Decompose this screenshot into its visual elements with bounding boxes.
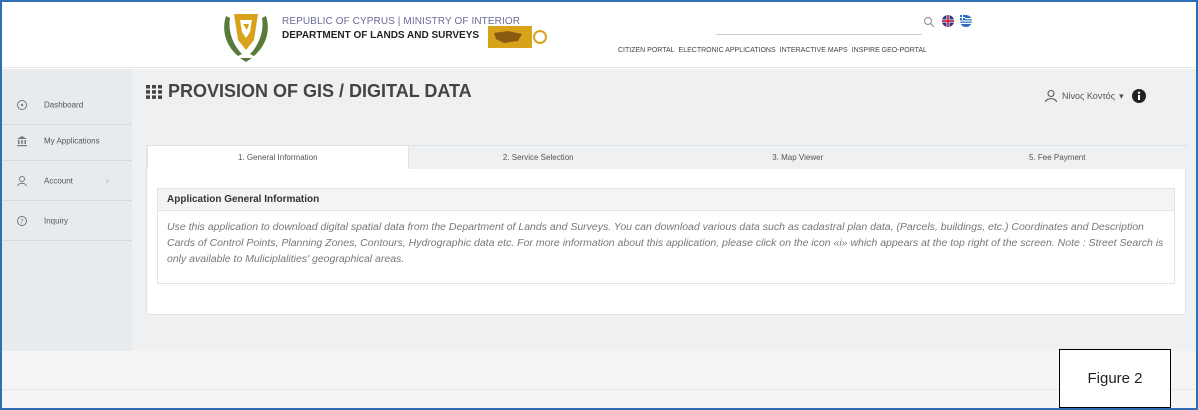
search-icon[interactable] <box>923 16 935 28</box>
card-heading: Application General Information <box>158 189 1174 211</box>
department-name: DEPARTMENT OF LANDS AND SURVEYS <box>282 30 480 41</box>
sidebar: Dashboard My Applications Account › ? In… <box>2 69 132 351</box>
question-icon: ? <box>17 215 27 226</box>
figure-label: Figure 2 <box>1059 349 1171 408</box>
sidebar-item-account[interactable]: Account › <box>2 161 132 201</box>
dashboard-icon <box>17 99 27 110</box>
user-name[interactable]: Νίνος Κοντός <box>1062 91 1115 101</box>
greek-language-flag-icon[interactable] <box>960 15 972 27</box>
page-footer <box>2 351 1196 408</box>
info-icon[interactable] <box>1131 89 1146 103</box>
bank-icon <box>17 135 27 146</box>
nav-interactive-maps[interactable]: INTERACTIVE MAPS <box>780 47 848 54</box>
page-title-bar: PROVISION OF GIS / DIGITAL DATA <box>146 81 472 102</box>
divider <box>2 389 1196 390</box>
nav-inspire-geo-portal[interactable]: INSPIRE GEO-PORTAL <box>852 47 927 54</box>
nav-citizen-portal[interactable]: CITIZEN PORTAL <box>618 47 675 54</box>
svg-text:?: ? <box>20 218 23 225</box>
grid-icon <box>146 84 162 99</box>
tab-general-information[interactable]: 1. General Information <box>147 145 409 169</box>
chevron-right-icon: › <box>106 176 109 185</box>
cyprus-coat-of-arms-logo <box>224 14 268 62</box>
sidebar-item-label: Inquiry <box>44 216 69 225</box>
top-navigation: CITIZEN PORTAL ELECTRONIC APPLICATIONS I… <box>618 47 927 54</box>
sidebar-item-label: Account <box>44 176 73 185</box>
tab-fee-payment[interactable]: 5. Fee Payment <box>927 145 1187 169</box>
sidebar-item-inquiry[interactable]: ? Inquiry <box>2 201 132 241</box>
site-header: REPUBLIC OF CYPRUS | MINISTRY OF INTERIO… <box>2 2 1196 68</box>
nav-electronic-applications[interactable]: ELECTRONIC APPLICATIONS <box>679 47 776 54</box>
general-information-card: Application General Information Use this… <box>157 188 1175 284</box>
ministry-name: REPUBLIC OF CYPRUS | MINISTRY OF INTERIO… <box>282 16 521 27</box>
search-input[interactable] <box>716 34 922 35</box>
dls-stamp-logo <box>488 26 547 48</box>
wizard-tabs: 1. General Information 2. Service Select… <box>147 145 1187 169</box>
sidebar-item-label: My Applications <box>44 136 100 145</box>
sidebar-item-label: Dashboard <box>44 100 84 109</box>
english-language-flag-icon[interactable] <box>942 15 954 27</box>
card-body-text: Use this application to download digital… <box>167 221 1164 265</box>
user-menu[interactable]: Νίνος Κοντός ▾ <box>1044 89 1146 103</box>
screenshot-frame: REPUBLIC OF CYPRUS | MINISTRY OF INTERIO… <box>0 0 1198 410</box>
application-panel: 1. General Information 2. Service Select… <box>146 145 1187 315</box>
user-icon <box>1044 89 1058 103</box>
page-title: PROVISION OF GIS / DIGITAL DATA <box>168 81 472 101</box>
user-icon <box>17 175 27 186</box>
tab-map-viewer[interactable]: 3. Map Viewer <box>668 145 928 169</box>
chevron-down-icon[interactable]: ▾ <box>1119 91 1124 102</box>
sidebar-item-my-applications[interactable]: My Applications <box>2 121 132 161</box>
tab-service-selection[interactable]: 2. Service Selection <box>408 145 668 169</box>
sidebar-item-dashboard[interactable]: Dashboard <box>2 85 132 125</box>
main-content: PROVISION OF GIS / DIGITAL DATA Νίνος Κο… <box>132 69 1196 351</box>
